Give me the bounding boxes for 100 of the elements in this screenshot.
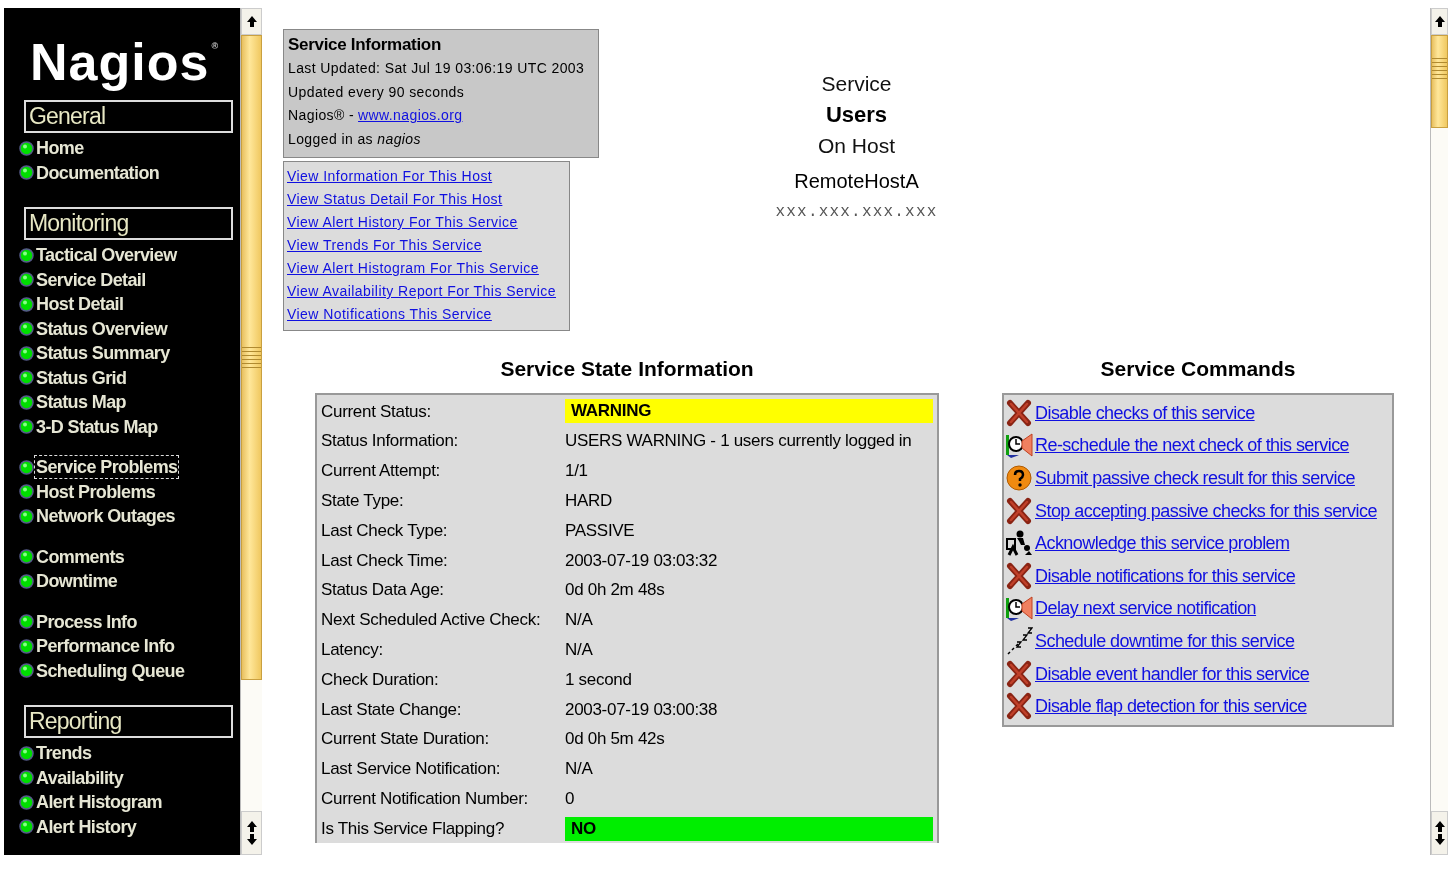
cross-icon xyxy=(1005,398,1033,427)
info-text: Last Updated: Sat Jul 19 03:06:19 UTC 2003 xyxy=(288,59,586,78)
service-label: Service xyxy=(821,71,892,97)
command-link[interactable]: Disable flap detection for this service xyxy=(1035,695,1307,718)
scroll-thumb[interactable] xyxy=(1431,35,1448,128)
row-label: Is This Service Flapping? xyxy=(321,817,506,840)
row-value: 0d 0h 5m 42s xyxy=(565,728,666,751)
nav-link[interactable]: Trends xyxy=(34,741,94,766)
nav-link[interactable]: Service Problems xyxy=(34,455,180,480)
nav-link[interactable]: Availability xyxy=(34,765,126,790)
row-value: N/A xyxy=(565,639,594,661)
status-dot-icon xyxy=(19,745,34,761)
nav-link[interactable]: Documentation xyxy=(34,160,162,185)
view-link[interactable]: View Alert Histogram For This Service xyxy=(287,257,539,280)
nav-link[interactable]: Downtime xyxy=(34,569,120,594)
nav-link[interactable]: Host Problems xyxy=(34,479,158,504)
info-text: Logged in as nagios xyxy=(288,129,422,149)
row-value: 0 xyxy=(565,788,576,810)
status-dot-icon xyxy=(19,459,34,475)
nav-link[interactable]: Status Map xyxy=(34,390,128,415)
nav-link[interactable]: Process Info xyxy=(34,609,139,634)
command-link[interactable]: Disable notifications for this service xyxy=(1035,564,1296,587)
status-dot-icon xyxy=(19,573,34,589)
view-link[interactable]: View Notifications This Service xyxy=(287,303,492,326)
status-dot-icon xyxy=(19,614,34,630)
up-arrow-icon xyxy=(245,820,258,833)
nav-link[interactable]: Alert Histogram xyxy=(34,790,165,815)
view-link[interactable]: View Availability Report For This Service xyxy=(287,280,556,303)
nav-link[interactable]: Status Grid xyxy=(34,365,129,390)
row-label: Last Check Type: xyxy=(321,519,449,542)
row-value: N/A xyxy=(565,609,594,632)
status-dot-icon xyxy=(19,638,34,654)
row-label: Current Attempt: xyxy=(321,460,441,483)
nav-link[interactable]: 3-D Status Map xyxy=(34,414,160,439)
host-label: On Host xyxy=(818,133,895,159)
nav-link[interactable]: Status Summary xyxy=(34,341,172,366)
nav-link[interactable]: Network Outages xyxy=(34,504,178,529)
command-link[interactable]: Disable checks of this service xyxy=(1035,401,1255,424)
status-dot-icon xyxy=(19,165,34,181)
view-link[interactable]: View Information For This Host xyxy=(287,165,493,188)
command-link[interactable]: Re-schedule the next check of this service xyxy=(1035,434,1350,457)
status-dot-icon xyxy=(19,394,34,410)
nav-link[interactable]: Service Detail xyxy=(34,267,148,292)
row-value: 0d 0h 2m 48s xyxy=(565,579,666,602)
section-heading: General xyxy=(24,100,233,133)
nav-link[interactable]: Host Detail xyxy=(34,292,126,317)
row-value: 2003-07-19 03:03:32 xyxy=(565,549,719,572)
nav-link[interactable]: Status Overview xyxy=(34,316,170,341)
command-link[interactable]: Submit passive check result for this service xyxy=(1035,467,1355,489)
row-label: Last State Change: xyxy=(321,698,463,721)
row-label: Last Service Notification: xyxy=(321,758,502,781)
info-text: Updated every 90 seconds xyxy=(288,82,466,102)
scroll-step-button[interactable] xyxy=(241,811,262,855)
nav-link[interactable]: Home xyxy=(34,136,86,161)
down-arrow-icon xyxy=(245,833,258,846)
view-link[interactable]: View Status Detail For This Host xyxy=(287,188,503,211)
scroll-up-button[interactable] xyxy=(1431,8,1448,35)
scrollbar[interactable] xyxy=(1430,8,1448,855)
registered-mark: ® xyxy=(211,42,219,51)
status-dot-icon xyxy=(19,819,34,835)
service-name: Users xyxy=(825,101,888,129)
command-link[interactable]: Delay next service notification xyxy=(1035,597,1257,620)
nav-link[interactable]: Tactical Overview xyxy=(34,243,179,268)
status-dot-icon xyxy=(19,296,34,312)
row-value: N/A xyxy=(565,758,594,781)
command-link[interactable]: Disable event handler for this service xyxy=(1035,662,1310,685)
nav-link[interactable]: Alert History xyxy=(34,814,139,839)
status-dot-icon xyxy=(19,419,34,435)
command-link[interactable]: Schedule downtime for this service xyxy=(1035,629,1295,652)
scroll-up-button[interactable] xyxy=(241,8,262,35)
row-label: Status Data Age: xyxy=(321,579,445,602)
alarm-clock-icon xyxy=(1005,594,1033,623)
up-arrow-icon xyxy=(1433,15,1446,28)
row-value: PASSIVE xyxy=(565,519,636,542)
view-link[interactable]: View Trends For This Service xyxy=(287,234,482,257)
nav-link[interactable]: Comments xyxy=(34,544,127,569)
nav-link[interactable]: Scheduling Queue xyxy=(34,658,187,683)
command-link[interactable]: Stop accepting passive checks for this service xyxy=(1035,499,1377,522)
cross-icon xyxy=(1005,561,1033,590)
nav-link[interactable]: Performance Info xyxy=(34,634,177,659)
section-title: Service State Information xyxy=(500,356,754,382)
scroll-step-button[interactable] xyxy=(1431,811,1448,855)
status-dot-icon xyxy=(19,140,34,156)
scrollbar[interactable] xyxy=(240,8,262,855)
down-arrow-icon xyxy=(1433,833,1446,846)
section-heading: Reporting xyxy=(24,705,233,738)
row-label: Current State Duration: xyxy=(321,728,490,751)
status-dot-icon xyxy=(19,345,34,361)
command-link[interactable]: Acknowledge this service problem xyxy=(1035,532,1290,555)
website-link[interactable]: www.nagios.org xyxy=(358,104,463,128)
status-dot-icon xyxy=(19,247,34,263)
status-dot-icon xyxy=(19,770,34,786)
cross-icon xyxy=(1005,659,1033,688)
help-icon xyxy=(1005,464,1033,492)
scroll-thumb[interactable] xyxy=(241,35,262,680)
view-link[interactable]: View Alert History For This Service xyxy=(287,211,518,234)
section-title: Service Commands xyxy=(1100,356,1296,382)
info-text: Nagios® - xyxy=(288,106,355,125)
row-value: USERS WARNING - 1 users currently logged in xyxy=(565,430,913,453)
status-dot-icon xyxy=(19,508,34,524)
